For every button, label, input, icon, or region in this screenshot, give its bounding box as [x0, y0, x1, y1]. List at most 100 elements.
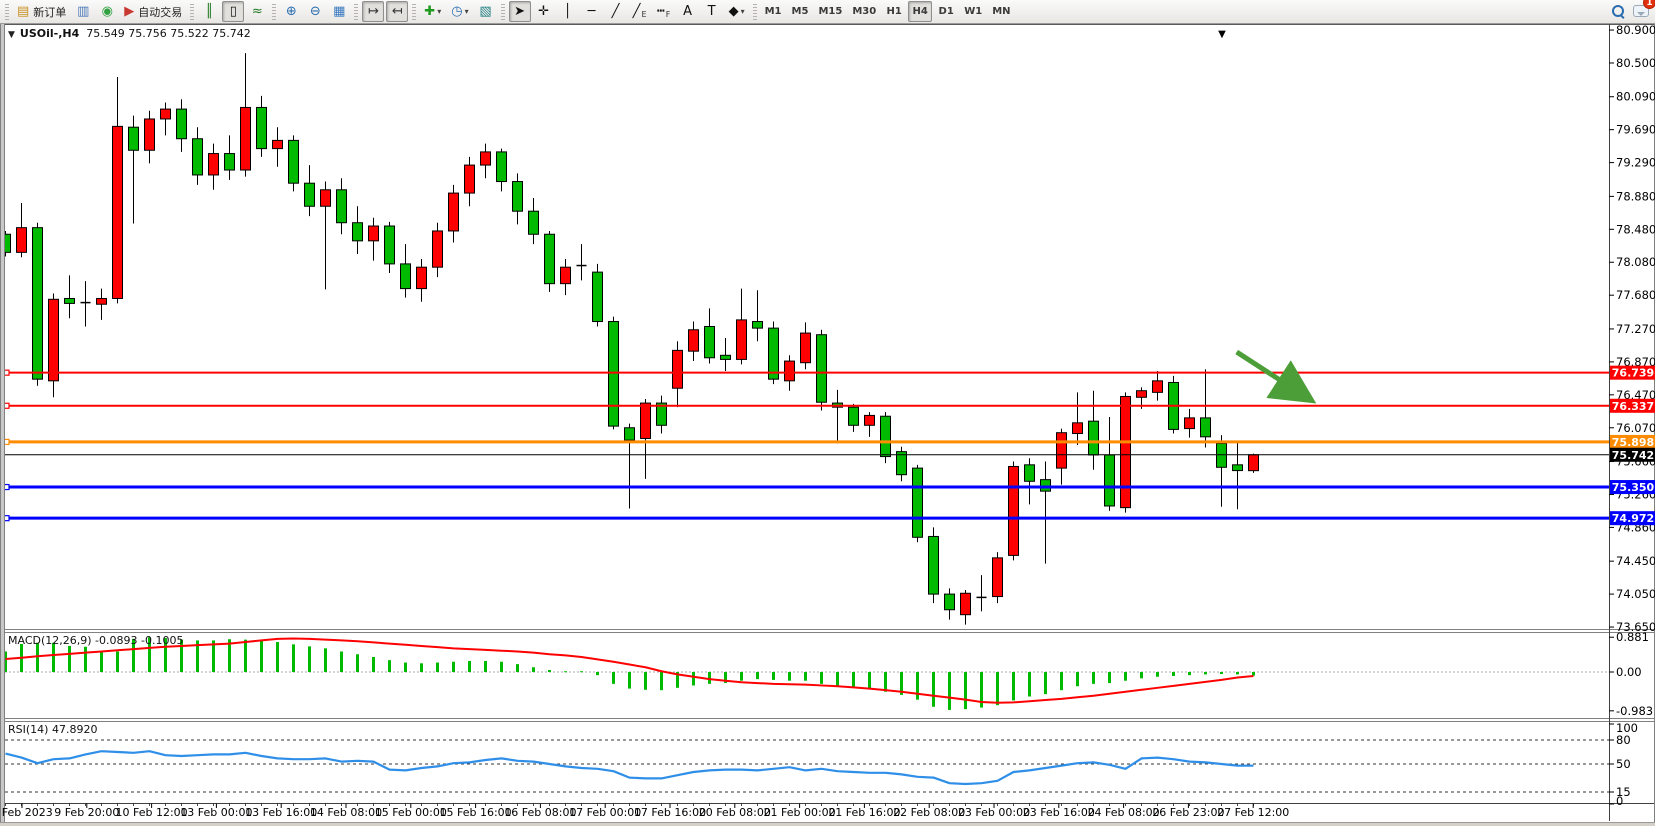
price-flag-74.972[interactable]: 74.972: [1610, 511, 1655, 525]
vertical-line-button[interactable]: │: [557, 1, 579, 22]
price-tick-label: 79.690: [1616, 123, 1655, 137]
candlestick-chart-button[interactable]: ▯: [222, 1, 244, 22]
price-tick-label: 80.900: [1616, 23, 1655, 37]
macd-bar: [1028, 672, 1031, 696]
crosshair-button[interactable]: ✛: [533, 1, 555, 22]
timeframe-m30[interactable]: M30: [848, 1, 880, 22]
macd-bar: [532, 667, 535, 672]
macd-bar: [1124, 672, 1127, 681]
macd-tick-label: 0.00: [1616, 665, 1642, 679]
chart-shift-button[interactable]: ↤: [386, 1, 408, 22]
macd-bar: [692, 672, 695, 685]
candlestick: [33, 223, 43, 386]
macd-bar: [404, 663, 407, 672]
equidistant-channel-button[interactable]: ╱E: [629, 1, 651, 22]
text-label-button[interactable]: T: [701, 1, 723, 22]
dropdown-caret-icon[interactable]: ▾: [741, 7, 745, 16]
timeframe-h1[interactable]: H1: [882, 1, 906, 22]
signals-button[interactable]: ◉: [96, 1, 118, 22]
candlestick: [1009, 462, 1019, 561]
autotrade-icon: ▶: [124, 5, 134, 18]
zoom-in-button[interactable]: ⊕: [280, 1, 302, 22]
timeframe-mn[interactable]: MN: [988, 1, 1014, 22]
macd-bar: [740, 672, 743, 681]
macd-bar: [660, 672, 663, 690]
notification-badge: 1: [1643, 0, 1655, 9]
candlestick: [593, 264, 603, 327]
macd-bar: [868, 672, 871, 689]
candlestick: [1169, 376, 1179, 434]
cursor-button[interactable]: ➤: [509, 1, 531, 22]
zoom-out-button[interactable]: ⊖: [304, 1, 326, 22]
fibonacci-button[interactable]: ┅F: [653, 1, 675, 22]
notifications-button[interactable]: 1: [1633, 2, 1649, 21]
horizontal-line-button[interactable]: ─: [581, 1, 603, 22]
time-tick-label: 22 Feb 08:00: [893, 806, 965, 819]
timeframe-m5[interactable]: M5: [788, 1, 813, 22]
dropdown-caret-icon[interactable]: ▾: [465, 7, 469, 16]
macd-bar: [644, 672, 647, 690]
tool-subscript: F: [666, 10, 671, 19]
candlestick: [545, 231, 555, 292]
candlestick: [913, 465, 923, 542]
price-tick-label: 74.050: [1616, 587, 1655, 601]
signals-icon: ◉: [102, 5, 113, 18]
market-watch-button[interactable]: ▥: [72, 1, 94, 22]
arrows-button[interactable]: ◆▾: [725, 1, 749, 22]
text-button[interactable]: A: [677, 1, 699, 22]
crosshair-icon: ✛: [538, 5, 549, 18]
timeframe-m1[interactable]: M1: [761, 1, 786, 22]
indicators-button[interactable]: ✚▾: [420, 1, 445, 22]
autotrade-label: 自动交易: [138, 4, 182, 20]
price-flag-75.742[interactable]: 75.742: [1610, 448, 1655, 462]
search-icon[interactable]: [1612, 5, 1625, 18]
tile-windows-icon: ▦: [333, 5, 345, 18]
macd-tick-label: -0.983: [1616, 704, 1653, 718]
macd-bar: [84, 647, 87, 672]
price-flag-76.337[interactable]: 76.337: [1610, 399, 1655, 413]
macd-tick-label: 0.881: [1616, 630, 1649, 644]
macd-bar: [628, 672, 631, 689]
macd-bar: [500, 662, 503, 672]
macd-bar: [964, 672, 967, 709]
macd-bar: [1092, 672, 1095, 684]
line-chart-button[interactable]: ≈: [246, 1, 268, 22]
macd-bar: [1076, 672, 1079, 686]
time-tick-label: 15 Feb 16:00: [440, 806, 512, 819]
timeframe-w1[interactable]: W1: [960, 1, 986, 22]
timeframe-d1[interactable]: D1: [934, 1, 958, 22]
candlestick: [881, 412, 891, 463]
macd-bar: [916, 672, 919, 700]
dropdown-caret-icon[interactable]: ▾: [437, 7, 441, 16]
templates-icon: ▧: [479, 5, 491, 18]
price-tick-label: 78.880: [1616, 189, 1655, 203]
chart-menu-icon[interactable]: ▼: [8, 30, 15, 40]
tile-windows-button[interactable]: ▦: [328, 1, 350, 22]
new-order-button[interactable]: ▤新订单: [13, 1, 70, 22]
timeframe-h4[interactable]: H4: [908, 1, 932, 22]
price-flag-75.898[interactable]: 75.898: [1610, 435, 1655, 449]
candlestick: [1249, 454, 1259, 473]
time-tick-label: 17 Feb 16:00: [634, 806, 706, 819]
templates-button[interactable]: ▧: [475, 1, 497, 22]
time-tick-label: 9 Feb 20:00: [54, 806, 119, 819]
rsi-value: 47.8920: [52, 723, 98, 736]
auto-scroll-button[interactable]: ↦: [362, 1, 384, 22]
price-flag-75.350[interactable]: 75.350: [1610, 480, 1655, 494]
price-flag-76.739[interactable]: 76.739: [1610, 366, 1655, 380]
macd-bar: [548, 670, 551, 672]
timeframe-m15[interactable]: M15: [814, 1, 846, 22]
chart-shift-marker[interactable]: ▼: [1218, 29, 1226, 40]
chart-canvas[interactable]: ▼80.90080.50080.09079.69079.29078.88078.…: [0, 0, 1655, 826]
macd-bar: [1044, 672, 1047, 694]
macd-bar: [372, 657, 375, 672]
macd-bar: [468, 661, 471, 672]
time-tick-label: 10 Feb 12:00: [116, 806, 188, 819]
macd-name: MACD(12,26,9): [8, 634, 92, 647]
autotrade-button[interactable]: ▶ 自动交易: [120, 1, 186, 22]
bar-chart-button[interactable]: ║: [198, 1, 220, 22]
line-chart-icon: ≈: [252, 5, 263, 18]
trendline-button[interactable]: ╱: [605, 1, 627, 22]
periods-button[interactable]: ◷▾: [447, 1, 472, 22]
trading-platform-window: ▤新订单▥◉▶自动交易║▯≈⊕⊖▦↦↤✚▾◷▾▧➤✛│─╱╱E┅FAT◆▾M1M…: [0, 0, 1655, 826]
